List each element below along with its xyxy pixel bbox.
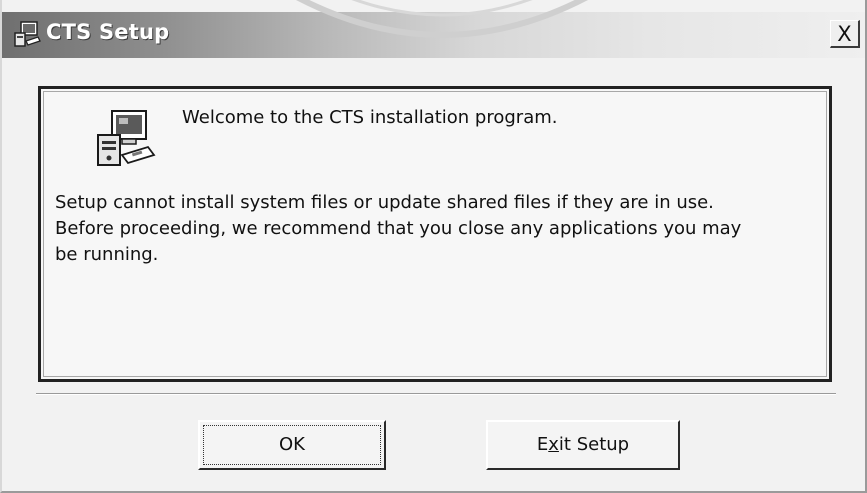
setup-warning-text: Setup cannot install system files or upd… <box>55 190 815 268</box>
setup-dialog-window: CTS Setup X Welcome to the CTS installat… <box>0 0 867 493</box>
exit-setup-button-label: Exit Setup <box>488 422 678 468</box>
body-line: be running. <box>55 244 159 265</box>
body-line: Setup cannot install system files or upd… <box>55 192 714 213</box>
close-button[interactable]: X <box>830 20 860 48</box>
body-line: Before proceeding, we recommend that you… <box>55 218 742 239</box>
separator <box>36 393 836 395</box>
exit-label-prefix: E <box>536 434 549 455</box>
exit-setup-button[interactable]: Exit Setup <box>486 420 680 470</box>
title-bar[interactable]: CTS Setup X <box>2 12 865 58</box>
exit-label-accelerator: x <box>548 434 559 455</box>
welcome-text: Welcome to the CTS installation program. <box>182 107 558 128</box>
ok-button[interactable]: OK <box>198 420 386 470</box>
window-title: CTS Setup <box>46 20 170 44</box>
exit-label-suffix: it Setup <box>558 434 630 455</box>
setup-computer-icon <box>14 21 41 47</box>
ok-button-label: OK <box>279 434 305 455</box>
welcome-panel: Welcome to the CTS installation program.… <box>38 86 832 382</box>
close-icon: X <box>837 22 852 46</box>
setup-computer-icon <box>97 110 156 166</box>
